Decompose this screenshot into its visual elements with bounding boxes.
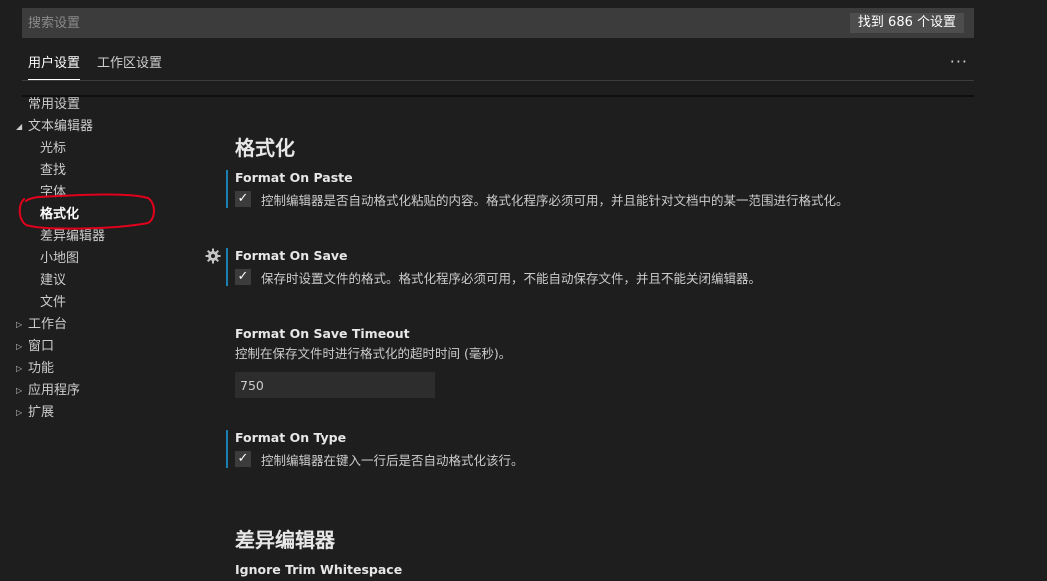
settings-tabs: 用户设置 工作区设置 ···	[22, 48, 974, 81]
format-on-save-checkbox[interactable]: ✓	[235, 269, 251, 285]
setting-row: ✓ 控制编辑器是否自动格式化粘贴的内容。格式化程序必须可用，并且能针对文档中的某…	[235, 190, 935, 208]
setting-title: Format On Save	[235, 248, 348, 263]
setting-description: 保存时设置文件的格式。格式化程序必须可用，不能自动保存文件，并且不能关闭编辑器。	[261, 270, 762, 286]
tree-item-window[interactable]: ▷ 窗口	[0, 337, 54, 357]
tree-item-label: 功能	[28, 361, 55, 376]
section-title-diff-editor: 差异编辑器	[235, 528, 335, 552]
tree-item-label: 光标	[40, 141, 67, 156]
setting-format-on-type: Format On Type ✓ 控制编辑器在键入一行后是否自动格式化该行。	[226, 430, 935, 468]
format-on-save-timeout-input[interactable]	[235, 372, 435, 398]
format-on-paste-checkbox[interactable]: ✓	[235, 191, 251, 207]
setting-title: Format On Paste	[235, 170, 353, 185]
tree-item-label: 应用程序	[28, 383, 81, 398]
tree-item-label: 窗口	[28, 339, 55, 354]
setting-title: Format On Type	[235, 430, 347, 445]
setting-description: 控制编辑器是否自动格式化粘贴的内容。格式化程序必须可用，并且能针对文档中的某一范…	[261, 192, 849, 208]
tree-item-label: 差异编辑器	[40, 229, 106, 244]
tree-item-label: 建议	[40, 273, 67, 288]
tree-item-formatting[interactable]: 格式化	[0, 205, 79, 225]
gear-icon[interactable]	[205, 248, 221, 264]
format-on-type-checkbox[interactable]: ✓	[235, 451, 251, 467]
tree-item-label: 小地图	[40, 251, 80, 266]
tree-item-label: 扩展	[28, 405, 55, 420]
header-divider	[22, 95, 974, 97]
tree-item-label: 字体	[40, 185, 67, 200]
tree-item-label: 常用设置	[28, 97, 81, 112]
tab-workspace-settings[interactable]: 工作区设置	[97, 55, 162, 73]
tree-item-cursor[interactable]: 光标	[0, 139, 66, 159]
setting-format-on-save-timeout: Format On Save Timeout 控制在保存文件时进行格式化的超时时…	[226, 326, 935, 398]
collapsed-arrow-icon: ▷	[16, 320, 23, 329]
search-bar: 找到 686 个设置	[22, 8, 974, 38]
more-actions-button[interactable]: ···	[950, 52, 968, 71]
tree-item-label: 工作台	[28, 317, 68, 332]
tree-item-extensions[interactable]: ▷ 扩展	[0, 403, 54, 423]
setting-title: Ignore Trim Whitespace	[235, 562, 403, 577]
setting-format-on-save: Format On Save ✓ 保存时设置文件的格式。格式化程序必须可用，不能…	[226, 248, 935, 286]
setting-format-on-paste: Format On Paste ✓ 控制编辑器是否自动格式化粘贴的内容。格式化程…	[226, 170, 935, 208]
tree-item-find[interactable]: 查找	[0, 161, 66, 181]
tree-item-text-editor[interactable]: ◢ 文本编辑器	[0, 117, 93, 137]
tree-item-label: 文本编辑器	[28, 119, 94, 134]
tree-item-label: 查找	[40, 163, 67, 178]
search-input[interactable]	[22, 8, 822, 38]
tree-item-minimap[interactable]: 小地图	[0, 249, 79, 269]
collapsed-arrow-icon: ▷	[16, 408, 23, 417]
setting-title: Format On Save Timeout	[235, 326, 410, 341]
tree-item-label: 格式化	[40, 207, 80, 222]
setting-description: 控制编辑器在键入一行后是否自动格式化该行。	[261, 452, 524, 468]
tree-item-label: 文件	[40, 295, 67, 310]
collapsed-arrow-icon: ▷	[16, 386, 23, 395]
section-title-formatting: 格式化	[235, 136, 295, 160]
tree-item-common[interactable]: 常用设置	[0, 95, 80, 115]
setting-row: ✓ 控制编辑器在键入一行后是否自动格式化该行。	[235, 450, 935, 468]
tree-item-suggestions[interactable]: 建议	[0, 271, 66, 291]
tree-item-font[interactable]: 字体	[0, 183, 66, 203]
setting-row: ✓ 保存时设置文件的格式。格式化程序必须可用，不能自动保存文件，并且不能关闭编辑…	[235, 268, 935, 286]
setting-ignore-trim-whitespace: Ignore Trim Whitespace	[226, 562, 935, 578]
collapsed-arrow-icon: ▷	[16, 364, 23, 373]
tree-item-application[interactable]: ▷ 应用程序	[0, 381, 80, 401]
expanded-arrow-icon: ◢	[16, 122, 23, 131]
tree-item-files[interactable]: 文件	[0, 293, 66, 313]
collapsed-arrow-icon: ▷	[16, 342, 23, 351]
setting-description: 控制在保存文件时进行格式化的超时时间 (毫秒)。	[235, 346, 512, 361]
tree-item-diff-editor[interactable]: 差异编辑器	[0, 227, 105, 247]
tab-user-settings[interactable]: 用户设置	[28, 55, 81, 80]
result-count-badge: 找到 686 个设置	[849, 13, 964, 33]
tree-item-features[interactable]: ▷ 功能	[0, 359, 54, 379]
settings-editor: 找到 686 个设置 用户设置 工作区设置 ··· 常用设置 ◢ 文本编辑器 光标…	[0, 0, 1047, 581]
tree-item-workbench[interactable]: ▷ 工作台	[0, 315, 67, 335]
